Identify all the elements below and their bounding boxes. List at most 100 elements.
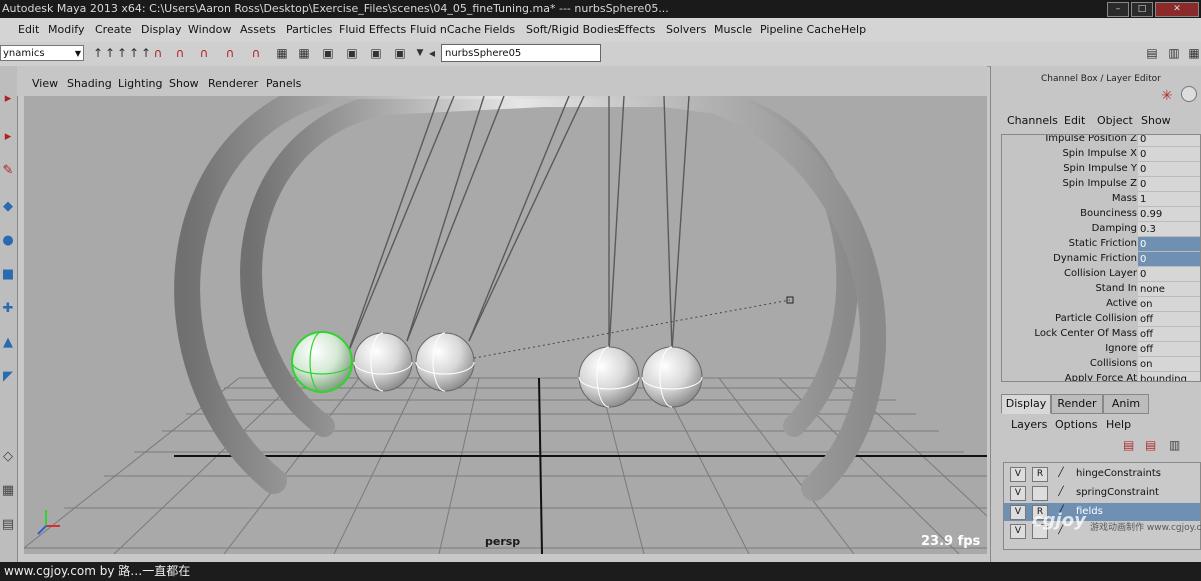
layer-menu-layers[interactable]: Layers bbox=[1011, 418, 1047, 431]
attribute-value-field[interactable]: bounding bbox=[1138, 372, 1200, 381]
layer-visibility-toggle[interactable]: V bbox=[1010, 486, 1026, 501]
maximize-button[interactable]: □ bbox=[1131, 2, 1153, 17]
attribute-value-field[interactable]: 0 bbox=[1138, 135, 1200, 147]
cb-menu-edit[interactable]: Edit bbox=[1064, 114, 1085, 127]
layer-menu-options[interactable]: Options bbox=[1055, 418, 1097, 431]
layer-options-icon[interactable]: ▥ bbox=[1169, 438, 1180, 452]
menu-set-dropdown[interactable]: ynamics ▼ bbox=[0, 45, 84, 61]
menu-fluid-effects[interactable]: Fluid Effects bbox=[339, 23, 406, 36]
soft-mod-tool-icon[interactable]: ▲ bbox=[0, 332, 16, 354]
attribute-row[interactable]: Spin Impulse Z0 bbox=[1002, 177, 1200, 192]
panel-menu-shading[interactable]: Shading bbox=[67, 77, 112, 90]
menu-effects[interactable]: Effects bbox=[618, 23, 655, 36]
attribute-value-field[interactable]: 0.3 bbox=[1138, 222, 1200, 237]
tab-anim[interactable]: Anim bbox=[1103, 394, 1149, 414]
magnet-icon[interactable]: ∩ bbox=[196, 45, 212, 61]
layout-outliner-icon[interactable]: ▤ bbox=[0, 514, 16, 536]
attribute-row[interactable]: Spin Impulse X0 bbox=[1002, 147, 1200, 162]
tab-display[interactable]: Display bbox=[1001, 394, 1051, 414]
menu-pipeline-cache[interactable]: Pipeline Cache bbox=[760, 23, 841, 36]
render-icon[interactable]: ▤ bbox=[1144, 45, 1160, 61]
attribute-row[interactable]: Collisions on bbox=[1002, 357, 1200, 372]
render-settings-icon[interactable]: ▥ bbox=[1166, 45, 1182, 61]
layer-color-swatch[interactable]: ╱ bbox=[1054, 486, 1068, 499]
attribute-value-field[interactable]: 1 bbox=[1138, 192, 1200, 207]
layer-row[interactable]: V R ╱ hingeConstraints bbox=[1004, 465, 1200, 483]
tab-render[interactable]: Render bbox=[1051, 394, 1103, 414]
grid-icon[interactable]: ▣ bbox=[368, 45, 384, 61]
menu-fluid-ncache[interactable]: Fluid nCache bbox=[410, 23, 481, 36]
attribute-row[interactable]: Ignore off bbox=[1002, 342, 1200, 357]
magnet-icon[interactable]: ∩ bbox=[172, 45, 188, 61]
attribute-value-field[interactable]: none bbox=[1138, 282, 1200, 297]
grid-icon[interactable]: ▦ bbox=[274, 45, 290, 61]
minimize-button[interactable]: – bbox=[1107, 2, 1129, 17]
attribute-row[interactable]: Static Friction 0 bbox=[1002, 237, 1200, 252]
menu-assets[interactable]: Assets bbox=[240, 23, 276, 36]
attribute-row[interactable]: Impulse Position Z0 bbox=[1002, 135, 1200, 147]
menu-help[interactable]: Help bbox=[841, 23, 866, 36]
move-tool-icon[interactable]: ◆ bbox=[0, 196, 16, 218]
cb-menu-object[interactable]: Object bbox=[1097, 114, 1133, 127]
paint-tool-icon[interactable]: ✎ bbox=[0, 160, 16, 182]
layer-color-swatch[interactable]: ╱ bbox=[1054, 467, 1068, 480]
layer-row[interactable]: V ╱ springConstraint bbox=[1004, 484, 1200, 502]
close-button[interactable]: ✕ bbox=[1155, 2, 1199, 17]
attribute-value-field[interactable]: off bbox=[1138, 312, 1200, 327]
attribute-row[interactable]: Particle Collision off bbox=[1002, 312, 1200, 327]
selection-icon[interactable]: ◂ bbox=[424, 45, 440, 61]
attribute-value-field[interactable]: on bbox=[1138, 357, 1200, 372]
grid-icon[interactable]: ▣ bbox=[320, 45, 336, 61]
attribute-value-field[interactable]: off bbox=[1138, 342, 1200, 357]
layout-single-icon[interactable]: ◇ bbox=[0, 446, 16, 468]
panel-menu-show[interactable]: Show bbox=[169, 77, 199, 90]
attribute-row[interactable]: Bounciness 0.99 bbox=[1002, 207, 1200, 222]
lasso-tool-icon[interactable]: ▸ bbox=[0, 126, 16, 148]
cb-menu-channels[interactable]: Channels bbox=[1007, 114, 1058, 127]
attribute-value-field[interactable]: 0 bbox=[1138, 162, 1200, 177]
new-layer-icon[interactable]: ▤ bbox=[1123, 438, 1134, 452]
panel-menu-view[interactable]: View bbox=[32, 77, 58, 90]
show-manipulator-icon[interactable]: ◤ bbox=[0, 366, 16, 388]
menu-create[interactable]: Create bbox=[95, 23, 132, 36]
menu-display[interactable]: Display bbox=[141, 23, 182, 36]
attribute-value-field[interactable]: 0 bbox=[1138, 177, 1200, 192]
attribute-row[interactable]: Mass 1 bbox=[1002, 192, 1200, 207]
toggle-icon[interactable] bbox=[1181, 86, 1197, 102]
attribute-row[interactable]: Stand In none bbox=[1002, 282, 1200, 297]
perspective-viewport[interactable]: persp 23.9 fps bbox=[24, 96, 987, 554]
new-layer-selected-icon[interactable]: ▤ bbox=[1145, 438, 1156, 452]
attribute-value-field[interactable]: 0 bbox=[1138, 252, 1200, 267]
grid-icon[interactable]: ▦ bbox=[296, 45, 312, 61]
attribute-row[interactable]: Apply Force At bounding bbox=[1002, 372, 1200, 381]
layer-reference-toggle[interactable]: R bbox=[1032, 467, 1048, 482]
panel-menu-renderer[interactable]: Renderer bbox=[208, 77, 258, 90]
attribute-row[interactable]: Lock Center Of Mass off bbox=[1002, 327, 1200, 342]
scale-tool-icon[interactable]: ■ bbox=[0, 264, 16, 286]
menu-modify[interactable]: Modify bbox=[48, 23, 84, 36]
grid-icon[interactable]: ▣ bbox=[344, 45, 360, 61]
attribute-row[interactable]: Collision Layer 0 bbox=[1002, 267, 1200, 282]
panel-menu-lighting[interactable]: Lighting bbox=[118, 77, 162, 90]
menu-particles[interactable]: Particles bbox=[286, 23, 332, 36]
object-name-field[interactable]: nurbsSphere05 bbox=[441, 44, 601, 62]
menu-soft-rigid-bodies[interactable]: Soft/Rigid Bodies bbox=[526, 23, 619, 36]
magnet-icon[interactable]: ∩ bbox=[150, 45, 166, 61]
attribute-value-field[interactable]: 0 bbox=[1138, 267, 1200, 282]
attribute-row[interactable]: Damping 0.3 bbox=[1002, 222, 1200, 237]
universal-tool-icon[interactable]: ✚ bbox=[0, 298, 16, 320]
layer-visibility-toggle[interactable]: V bbox=[1010, 524, 1026, 539]
attribute-row[interactable]: Active on bbox=[1002, 297, 1200, 312]
attribute-row[interactable]: Dynamic Friction 0 bbox=[1002, 252, 1200, 267]
select-tool-icon[interactable]: ▸ bbox=[0, 88, 16, 110]
panel-menu-panels[interactable]: Panels bbox=[266, 77, 301, 90]
cb-menu-show[interactable]: Show bbox=[1141, 114, 1171, 127]
magnet-icon[interactable]: ∩ bbox=[222, 45, 238, 61]
attribute-value-field[interactable]: off bbox=[1138, 327, 1200, 342]
layer-reference-toggle[interactable] bbox=[1032, 486, 1048, 501]
menu-fields[interactable]: Fields bbox=[484, 23, 515, 36]
attribute-value-field[interactable]: 0 bbox=[1138, 147, 1200, 162]
attribute-value-field[interactable]: 0 bbox=[1138, 237, 1200, 252]
attribute-value-field[interactable]: on bbox=[1138, 297, 1200, 312]
layout-four-icon[interactable]: ▦ bbox=[0, 480, 16, 502]
